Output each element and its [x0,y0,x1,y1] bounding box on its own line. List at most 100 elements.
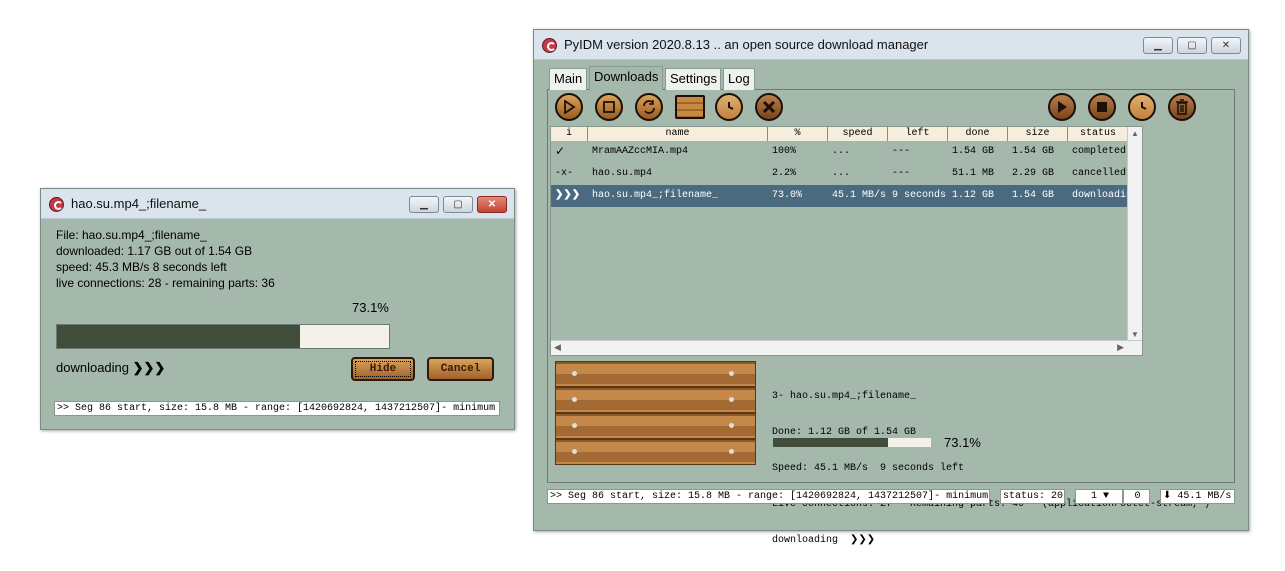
cell-percent: 2.2% [772,168,797,179]
tab-log[interactable]: Log [723,68,755,90]
selected-details: 3- hao.su.mp4_;filename_ Done: 1.12 GB o… [772,367,1210,571]
nail-icon [572,423,577,428]
speed-info: speed: 45.3 MB/s 8 seconds left [56,260,227,274]
column-header-status[interactable]: status [1068,127,1129,141]
minimize-button[interactable]: ▁ [409,196,439,213]
cell-percent: 100% [772,146,797,157]
queue-count: 0 [1123,489,1150,504]
cell-name: MramAAZccMIA.mp4 [592,146,689,157]
cell-left: 9 seconds [892,190,947,201]
nail-icon [729,423,734,428]
schedule-all-icon[interactable] [1128,93,1156,121]
detail-progress-bar-fill [773,438,889,447]
cell-size: 1.54 GB [1012,190,1055,201]
connections-info: live connections: 28 - remaining parts: … [56,276,275,290]
tab-main[interactable]: Main [549,68,587,90]
cell-done: 1.12 GB [952,190,995,201]
column-header-speed[interactable]: speed [828,127,888,141]
table-row[interactable]: -x- hao.su.mp4 2.2% ... --- 51.1 MB 2.29… [551,163,1129,185]
main-title: PyIDM version 2020.8.13 .. an open sourc… [564,37,929,52]
close-button[interactable]: ✕ [1211,37,1241,54]
downloading-arrows-icon: ❯❯❯ [555,190,581,201]
thumbnail-image [555,361,756,465]
cell-speed: ... [832,146,851,157]
nail-icon [572,371,577,376]
detail-progress-bar [772,437,932,448]
cell-size: 1.54 GB [1012,146,1055,157]
maximize-button[interactable]: ▢ [1177,37,1207,54]
nail-icon [729,449,734,454]
app-logo-icon [49,197,64,212]
segment-log-line: >> Seg 86 start, size: 15.8 MB - range: … [54,401,500,416]
detail-title: 3- hao.su.mp4_;filename_ [772,391,917,402]
popup-title: hao.su.mp4_;filename_ [71,196,207,211]
app-logo-icon [542,38,557,53]
connections-spinner[interactable]: 1 ▼ [1075,489,1123,504]
resume-all-icon[interactable] [1048,93,1076,121]
cell-status: cancelled [1072,168,1127,179]
main-window: PyIDM version 2020.8.13 .. an open sourc… [533,29,1249,546]
table-row-selected[interactable]: ❯❯❯ hao.su.mp4_;filename_ 73.0% 45.1 MB/… [551,185,1129,207]
cancelled-x-icon: -x- [555,168,574,179]
cell-name: hao.su.mp4 [592,168,653,179]
scroll-left-arrow-icon[interactable]: ◀ [554,342,561,353]
downloaded-info: downloaded: 1.17 GB out of 1.54 GB [56,244,253,258]
cell-speed: ... [832,168,851,179]
column-header-i[interactable]: i [551,127,588,141]
stop-all-icon[interactable] [1088,93,1116,121]
progress-bar [56,324,390,349]
popup-titlebar[interactable]: hao.su.mp4_;filename_ ▁ ▢ ✕ [41,189,514,219]
tab-settings[interactable]: Settings [665,68,721,90]
detail-status: downloading ❯❯❯ [772,535,876,546]
progress-bar-fill [57,325,300,348]
detail-progress-percent: 73.1% [944,435,981,450]
table-vertical-scrollbar[interactable]: ▲ ▼ [1127,127,1142,355]
minimize-button[interactable]: ▁ [1143,37,1173,54]
progress-percent: 73.1% [352,300,389,315]
scroll-right-arrow-icon[interactable]: ▶ [1117,342,1124,353]
nail-icon [572,397,577,402]
table-row[interactable]: ✓ MramAAZccMIA.mp4 100% ... --- 1.54 GB … [551,141,1129,163]
cancel-button[interactable]: Cancel [427,357,494,381]
cell-status: completed [1072,146,1127,157]
table-horizontal-scrollbar[interactable]: ◀ ▶ [551,340,1142,355]
scroll-up-arrow-icon[interactable]: ▲ [1131,129,1139,138]
nail-icon [572,449,577,454]
column-header-done[interactable]: done [948,127,1008,141]
resume-icon[interactable] [555,93,583,121]
cell-percent: 73.0% [772,190,803,201]
cell-left: --- [892,168,911,179]
status-counter: status: 20 [1000,489,1065,504]
cell-done: 51.1 MB [952,168,995,179]
maximize-button[interactable]: ▢ [443,196,473,213]
downloading-arrows-icon: ❯❯❯ [132,360,166,375]
total-speed: ⬇ 45.1 MB/s [1160,489,1235,504]
segment-log-line: >> Seg 86 start, size: 15.8 MB - range: … [547,489,990,504]
download-popup-window: hao.su.mp4_;filename_ ▁ ▢ ✕ File: hao.su… [40,188,515,430]
download-status: downloading [56,360,130,375]
column-header-percent[interactable]: % [768,127,828,141]
main-titlebar[interactable]: PyIDM version 2020.8.13 .. an open sourc… [534,30,1248,60]
folder-icon[interactable] [675,95,705,119]
stop-icon[interactable] [595,93,623,121]
hide-button[interactable]: Hide [351,357,415,381]
refresh-icon[interactable] [635,93,663,121]
column-header-size[interactable]: size [1008,127,1068,141]
tab-downloads[interactable]: Downloads [589,66,663,90]
table-header: i name % speed left done size status [551,127,1129,141]
file-info: File: hao.su.mp4_;filename_ [56,228,207,242]
downloads-table[interactable]: i name % speed left done size status ✓ M… [550,126,1143,356]
cell-name: hao.su.mp4_;filename_ [592,190,719,201]
cell-speed: 45.1 MB/s [832,190,887,201]
cell-size: 2.29 GB [1012,168,1055,179]
schedule-icon[interactable] [715,93,743,121]
cell-left: --- [892,146,911,157]
scroll-down-arrow-icon[interactable]: ▼ [1131,330,1139,339]
close-button[interactable]: ✕ [477,196,507,213]
column-header-name[interactable]: name [588,127,768,141]
column-header-left[interactable]: left [888,127,948,141]
delete-icon[interactable] [755,93,783,121]
delete-all-icon[interactable] [1168,93,1196,121]
completed-check-icon: ✓ [555,145,566,159]
cell-done: 1.54 GB [952,146,995,157]
